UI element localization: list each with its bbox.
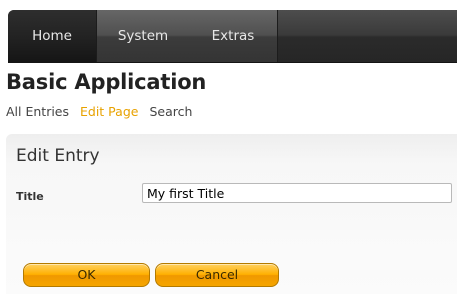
title-field-label: Title [16,190,44,203]
ok-button[interactable]: OK [23,263,150,287]
subnav-search-link[interactable]: Search [149,104,192,119]
nav-tab-system[interactable]: System [96,10,190,62]
subnav-all-entries-link[interactable]: All Entries [6,104,69,119]
app-title: Basic Application [6,70,207,94]
subnav-edit-page-link[interactable]: Edit Page [80,104,138,119]
page: Home System Extras Basic Application All… [0,0,457,294]
sub-navigation: All Entries Edit Page Search [6,104,199,119]
title-input[interactable] [142,183,452,203]
nav-tab-home[interactable]: Home [8,10,96,62]
top-nav-bar: Home System Extras [8,10,457,63]
cancel-button[interactable]: Cancel [155,263,279,287]
nav-tab-extras[interactable]: Extras [189,10,278,62]
edit-entry-panel: Edit Entry Title OK Cancel [6,134,457,294]
panel-heading: Edit Entry [16,146,100,166]
